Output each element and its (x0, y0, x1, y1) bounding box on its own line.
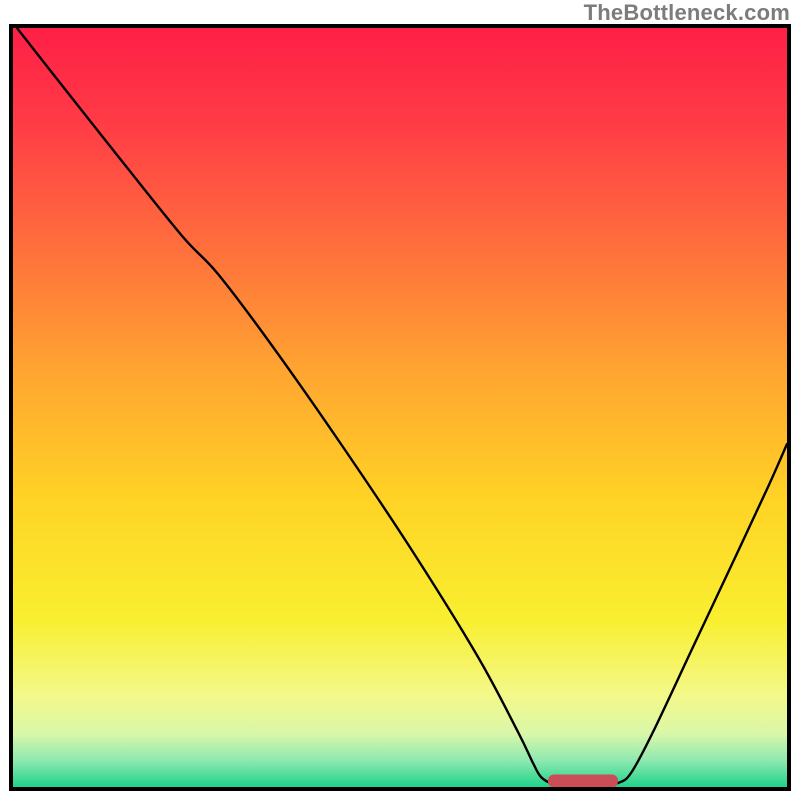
chart-background (13, 28, 787, 787)
chart-frame (9, 24, 791, 791)
optimal-marker (548, 775, 618, 788)
watermark-text: TheBottleneck.com (584, 0, 790, 26)
chart-svg (13, 28, 787, 787)
